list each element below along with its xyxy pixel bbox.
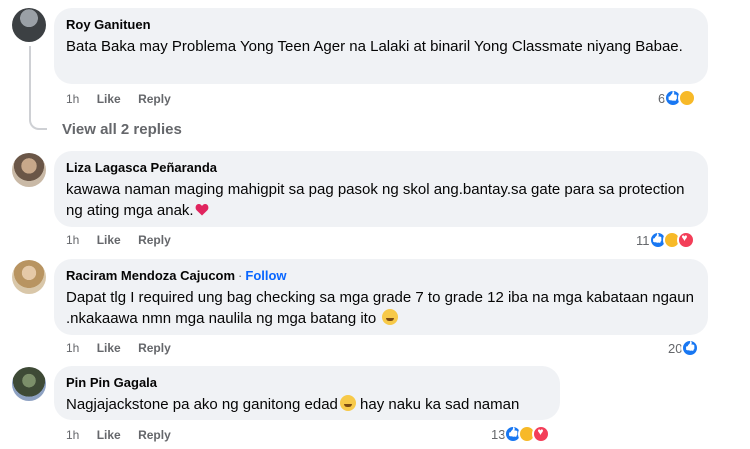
reaction-count: 13 bbox=[491, 426, 506, 442]
like-button[interactable]: Like bbox=[97, 92, 121, 106]
view-replies-link[interactable]: View all 2 replies bbox=[62, 121, 182, 138]
avatar[interactable] bbox=[12, 260, 46, 294]
like-reaction-icon bbox=[681, 339, 700, 357]
reaction-summary[interactable]: 11 bbox=[636, 231, 695, 249]
love-reaction-icon bbox=[532, 425, 551, 443]
avatar[interactable] bbox=[12, 8, 46, 42]
comment-bubble: Pin Pin Gagala Nagjajackstone pa ako ng … bbox=[54, 366, 560, 420]
comment-author[interactable]: Liza Lagasca Peñaranda bbox=[66, 159, 696, 176]
comment-actions: 1h Like Reply bbox=[66, 91, 185, 107]
avatar[interactable] bbox=[12, 153, 46, 187]
comment-text: Dapat tlg I required ung bag checking sa… bbox=[66, 289, 694, 327]
heart-emoji-icon bbox=[195, 203, 208, 216]
reaction-summary[interactable]: 20 bbox=[668, 339, 700, 357]
reply-button[interactable]: Reply bbox=[138, 92, 171, 106]
like-button[interactable]: Like bbox=[97, 428, 121, 442]
comment-time[interactable]: 1h bbox=[66, 92, 79, 106]
reaction-count: 11 bbox=[636, 232, 650, 248]
comment-time[interactable]: 1h bbox=[66, 233, 79, 247]
reply-button[interactable]: Reply bbox=[138, 341, 171, 355]
reaction-count: 20 bbox=[668, 340, 683, 356]
sad-face-emoji-icon bbox=[382, 309, 399, 325]
comment-actions: 1h Like Reply bbox=[66, 427, 185, 443]
love-reaction-icon bbox=[676, 231, 695, 249]
comment-author[interactable]: Raciram Mendoza Cajucom bbox=[66, 268, 235, 283]
comment-author[interactable]: Roy Ganituen bbox=[66, 16, 696, 33]
thread-line bbox=[29, 46, 47, 130]
comment-text: kawawa naman maging mahigpit sa pag paso… bbox=[66, 181, 685, 219]
reply-button[interactable]: Reply bbox=[138, 233, 171, 247]
comment-time[interactable]: 1h bbox=[66, 428, 79, 442]
like-button[interactable]: Like bbox=[97, 233, 121, 247]
separator-dot: · bbox=[238, 268, 243, 283]
comment-author-line: Raciram Mendoza Cajucom · Follow bbox=[66, 267, 696, 284]
comment-actions: 1h Like Reply bbox=[66, 340, 185, 356]
avatar[interactable] bbox=[12, 367, 46, 401]
reaction-summary[interactable]: 13 bbox=[491, 425, 551, 443]
comment-bubble: Liza Lagasca Peñaranda kawawa naman magi… bbox=[54, 151, 708, 227]
comment-time[interactable]: 1h bbox=[66, 341, 79, 355]
reply-button[interactable]: Reply bbox=[138, 428, 171, 442]
comment-actions: 1h Like Reply bbox=[66, 232, 185, 248]
comment-author[interactable]: Pin Pin Gagala bbox=[66, 374, 548, 391]
comment-bubble: Roy Ganituen Bata Baka may Problema Yong… bbox=[54, 8, 708, 84]
follow-button[interactable]: Follow bbox=[245, 268, 286, 283]
crying-emoji-icon bbox=[339, 395, 356, 411]
comment-text: Bata Baka may Problema Yong Teen Ager na… bbox=[66, 38, 683, 55]
reaction-summary[interactable]: 6 bbox=[658, 89, 697, 107]
like-button[interactable]: Like bbox=[97, 341, 121, 355]
comment-text: Nagjajackstone pa ako ng ganitong edad h… bbox=[66, 395, 520, 413]
care-reaction-icon bbox=[678, 89, 697, 107]
comment-bubble: Raciram Mendoza Cajucom · Follow Dapat tlg… bbox=[54, 259, 708, 335]
